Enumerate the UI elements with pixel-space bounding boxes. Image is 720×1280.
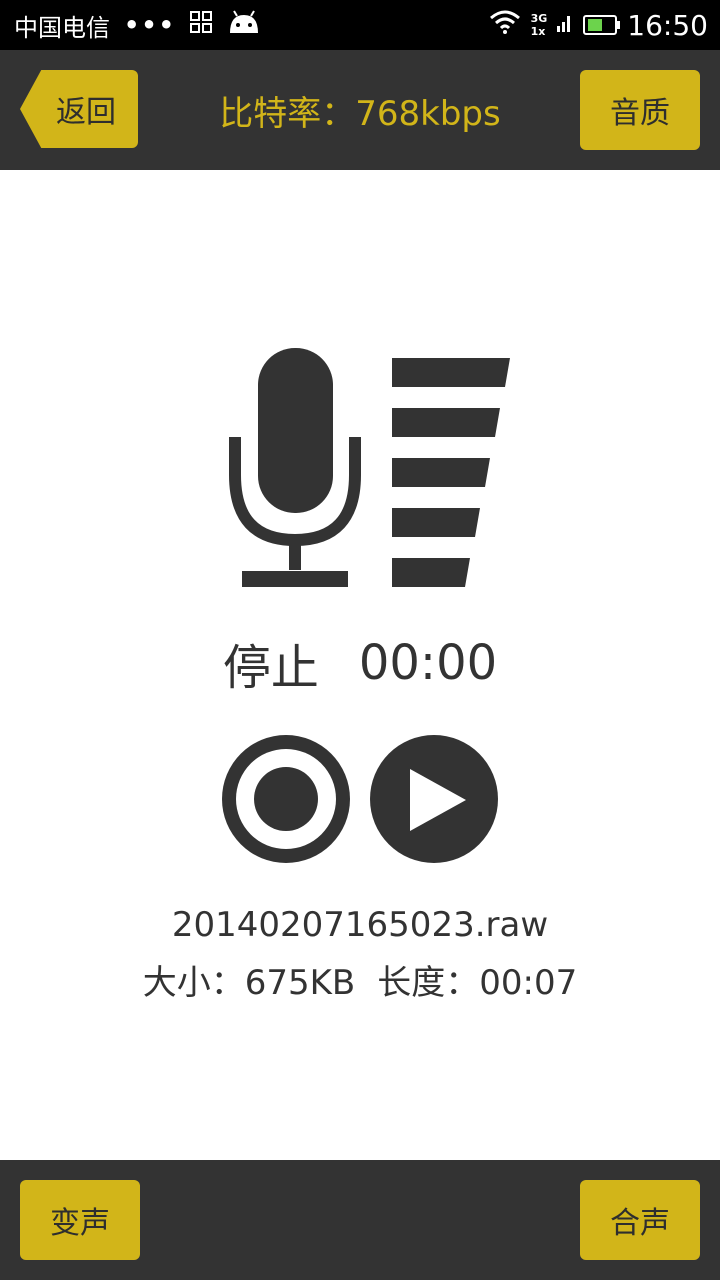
battery-icon: [583, 15, 621, 35]
signal-indicator: 3G 1x: [531, 12, 548, 38]
qr-grid-icon: [190, 11, 213, 39]
clock: 16:50: [627, 8, 708, 42]
carrier-name: 中国电信: [14, 13, 110, 42]
top-bar: 返回 比特率：768kbps 音质: [0, 50, 720, 170]
record-button[interactable]: [222, 735, 350, 863]
signal-1x-label: 1x: [530, 25, 546, 38]
signal-bars-icon: [557, 10, 573, 40]
recorder-status: 停止 00:00: [0, 628, 720, 698]
status-right: 3G 1x 16:50: [479, 9, 708, 42]
bottom-bar: 变声 合声: [0, 1160, 720, 1280]
microphone-icon: [229, 348, 510, 587]
status-left: 中国电信 •••: [14, 8, 276, 43]
state-label: 停止: [222, 640, 319, 696]
level-bars-icon: [392, 358, 510, 587]
android-icon: [226, 9, 262, 41]
status-bar: 中国电信 ••• 3G 1x 16:50: [0, 0, 720, 50]
file-length: 长度：00:07: [377, 963, 578, 1003]
file-meta: 大小：675KB 长度：00:07: [0, 955, 720, 1005]
play-button[interactable]: [370, 735, 498, 863]
wifi-icon: [489, 10, 521, 40]
microphone-level-graphic: [225, 345, 515, 590]
mix-button[interactable]: 合声: [580, 1180, 700, 1260]
more-notifications: •••: [124, 11, 177, 39]
voice-change-button[interactable]: 变声: [20, 1180, 140, 1260]
signal-3g-label: 3G: [530, 12, 548, 25]
play-icon: [370, 735, 498, 863]
bitrate-title: 比特率：768kbps: [219, 93, 501, 134]
file-name: 20140207165023.raw: [171, 905, 549, 945]
back-button[interactable]: 返回: [20, 70, 138, 148]
file-size: 大小：675KB: [142, 963, 356, 1003]
record-icon: [222, 735, 350, 863]
quality-button[interactable]: 音质: [580, 70, 700, 150]
elapsed-time: 00:00: [358, 635, 498, 691]
